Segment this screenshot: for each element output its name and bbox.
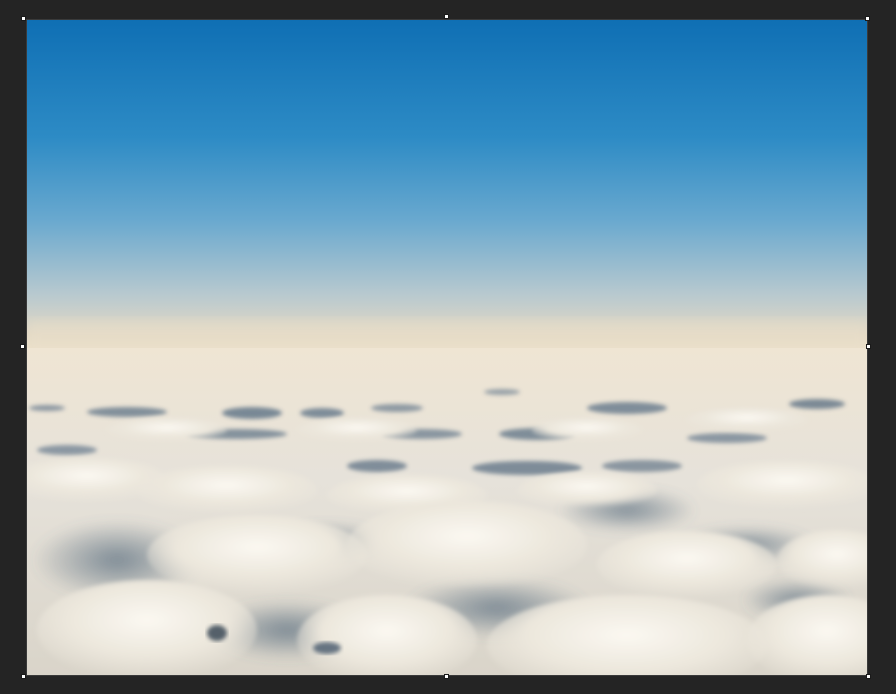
canvas-area (0, 0, 896, 694)
handle-middle-left-icon[interactable] (20, 344, 25, 349)
canvas-image[interactable] (26, 19, 868, 676)
handle-top-left-icon[interactable] (21, 16, 26, 21)
handle-top-center-icon[interactable] (444, 14, 449, 19)
handle-top-right-icon[interactable] (865, 16, 870, 21)
handle-bottom-right-icon[interactable] (866, 674, 871, 679)
handle-middle-right-icon[interactable] (866, 344, 871, 349)
sky-and-clouds-image (27, 20, 867, 675)
handle-bottom-center-icon[interactable] (444, 674, 449, 679)
handle-bottom-left-icon[interactable] (21, 674, 26, 679)
